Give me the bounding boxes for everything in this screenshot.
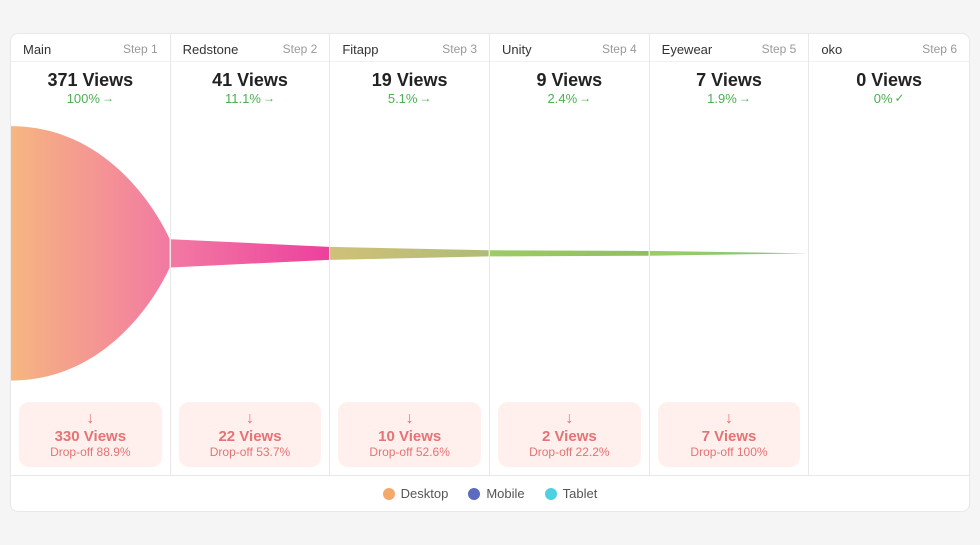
views-pct-5: 1.9% → bbox=[662, 91, 797, 106]
legend-dot-2 bbox=[468, 488, 480, 500]
funnel-grid: Main Step 1 371 Views 100% → ↓ 330 Views… bbox=[11, 34, 969, 477]
dropoff-views-2: 22 Views bbox=[189, 428, 312, 445]
col-name-5: Eyewear bbox=[662, 42, 713, 57]
chart-legend: Desktop Mobile Tablet bbox=[11, 476, 969, 511]
funnel-col-2: Redstone Step 2 41 Views 11.1% → ↓ 22 Vi… bbox=[171, 34, 331, 476]
col-stats-3: 19 Views 5.1% → bbox=[330, 62, 489, 112]
legend-label-2: Mobile bbox=[486, 486, 524, 501]
views-pct-3: 5.1% → bbox=[342, 91, 477, 106]
funnel-visual-2 bbox=[171, 112, 330, 395]
legend-item-2: Mobile bbox=[468, 486, 524, 501]
dropoff-views-3: 10 Views bbox=[348, 428, 471, 445]
dropoff-label-4: Drop-off 22.2% bbox=[508, 445, 631, 459]
pct-value-4: 2.4% bbox=[548, 91, 578, 106]
dropoff-label-2: Drop-off 53.7% bbox=[189, 445, 312, 459]
pct-value-6: 0% bbox=[874, 91, 893, 106]
col-header-5: Eyewear Step 5 bbox=[650, 34, 809, 62]
pct-symbol-2: → bbox=[263, 91, 275, 105]
col-step-3: Step 3 bbox=[442, 42, 477, 56]
funnel-col-1: Main Step 1 371 Views 100% → ↓ 330 Views… bbox=[11, 34, 171, 476]
col-stats-2: 41 Views 11.1% → bbox=[171, 62, 330, 112]
legend-label-1: Desktop bbox=[401, 486, 449, 501]
col-stats-6: 0 Views 0% ✓ bbox=[809, 62, 969, 112]
col-header-4: Unity Step 4 bbox=[490, 34, 649, 62]
dropoff-arrow-4: ↓ bbox=[508, 410, 631, 428]
dropoff-box-3: ↓ 10 Views Drop-off 52.6% bbox=[338, 402, 481, 467]
dropoff-arrow-2: ↓ bbox=[189, 410, 312, 428]
dropoff-label-1: Drop-off 88.9% bbox=[29, 445, 152, 459]
funnel-visual-1 bbox=[11, 112, 170, 395]
funnel-visual-4 bbox=[490, 112, 649, 395]
dropoff-views-4: 2 Views bbox=[508, 428, 631, 445]
col-stats-5: 7 Views 1.9% → bbox=[650, 62, 809, 112]
col-name-2: Redstone bbox=[183, 42, 239, 57]
funnel-chart: Main Step 1 371 Views 100% → ↓ 330 Views… bbox=[10, 33, 970, 513]
views-count-4: 9 Views bbox=[502, 70, 637, 91]
pct-symbol-6: ✓ bbox=[895, 91, 905, 105]
legend-item-1: Desktop bbox=[383, 486, 449, 501]
col-header-6: oko Step 6 bbox=[809, 34, 969, 62]
pct-symbol-4: → bbox=[579, 91, 591, 105]
legend-dot-1 bbox=[383, 488, 395, 500]
dropoff-views-5: 7 Views bbox=[668, 428, 791, 445]
funnel-col-5: Eyewear Step 5 7 Views 1.9% → ↓ 7 Views … bbox=[650, 34, 810, 476]
col-header-2: Redstone Step 2 bbox=[171, 34, 330, 62]
col-step-5: Step 5 bbox=[762, 42, 797, 56]
col-stats-4: 9 Views 2.4% → bbox=[490, 62, 649, 112]
pct-value-1: 100% bbox=[67, 91, 100, 106]
col-stats-1: 371 Views 100% → bbox=[11, 62, 170, 112]
dropoff-views-1: 330 Views bbox=[29, 428, 152, 445]
views-count-3: 19 Views bbox=[342, 70, 477, 91]
views-count-1: 371 Views bbox=[23, 70, 158, 91]
funnel-col-4: Unity Step 4 9 Views 2.4% → ↓ 2 Views Dr… bbox=[490, 34, 650, 476]
funnel-visual-3 bbox=[330, 112, 489, 395]
pct-value-2: 11.1% bbox=[225, 91, 261, 106]
legend-item-3: Tablet bbox=[545, 486, 598, 501]
dropoff-label-3: Drop-off 52.6% bbox=[348, 445, 471, 459]
views-count-5: 7 Views bbox=[662, 70, 797, 91]
views-count-6: 0 Views bbox=[821, 70, 957, 91]
views-count-2: 41 Views bbox=[183, 70, 318, 91]
funnel-visual-6 bbox=[809, 112, 969, 406]
dropoff-box-2: ↓ 22 Views Drop-off 53.7% bbox=[179, 402, 322, 467]
col-step-2: Step 2 bbox=[283, 42, 318, 56]
dropoff-label-5: Drop-off 100% bbox=[668, 445, 791, 459]
col-name-1: Main bbox=[23, 42, 51, 57]
dropoff-arrow-3: ↓ bbox=[348, 410, 471, 428]
col-step-4: Step 4 bbox=[602, 42, 637, 56]
views-pct-2: 11.1% → bbox=[183, 91, 318, 106]
col-name-4: Unity bbox=[502, 42, 532, 57]
dropoff-box-4: ↓ 2 Views Drop-off 22.2% bbox=[498, 402, 641, 467]
dropoff-arrow-1: ↓ bbox=[29, 410, 152, 428]
views-pct-4: 2.4% → bbox=[502, 91, 637, 106]
legend-label-3: Tablet bbox=[563, 486, 598, 501]
legend-dot-3 bbox=[545, 488, 557, 500]
views-pct-1: 100% → bbox=[23, 91, 158, 106]
dropoff-box-1: ↓ 330 Views Drop-off 88.9% bbox=[19, 402, 162, 467]
col-step-1: Step 1 bbox=[123, 42, 158, 56]
col-name-6: oko bbox=[821, 42, 842, 57]
funnel-col-6: oko Step 6 0 Views 0% ✓ bbox=[809, 34, 969, 476]
pct-symbol-5: → bbox=[739, 91, 751, 105]
funnel-visual-5 bbox=[650, 112, 809, 395]
pct-value-3: 5.1% bbox=[388, 91, 418, 106]
pct-value-5: 1.9% bbox=[707, 91, 737, 106]
views-pct-6: 0% ✓ bbox=[821, 91, 957, 106]
col-header-1: Main Step 1 bbox=[11, 34, 170, 62]
pct-symbol-3: → bbox=[419, 91, 431, 105]
col-step-6: Step 6 bbox=[922, 42, 957, 56]
dropoff-box-5: ↓ 7 Views Drop-off 100% bbox=[658, 402, 801, 467]
funnel-col-3: Fitapp Step 3 19 Views 5.1% → ↓ 10 Views… bbox=[330, 34, 490, 476]
dropoff-arrow-5: ↓ bbox=[668, 410, 791, 428]
col-header-3: Fitapp Step 3 bbox=[330, 34, 489, 62]
col-name-3: Fitapp bbox=[342, 42, 378, 57]
pct-symbol-1: → bbox=[102, 91, 114, 105]
